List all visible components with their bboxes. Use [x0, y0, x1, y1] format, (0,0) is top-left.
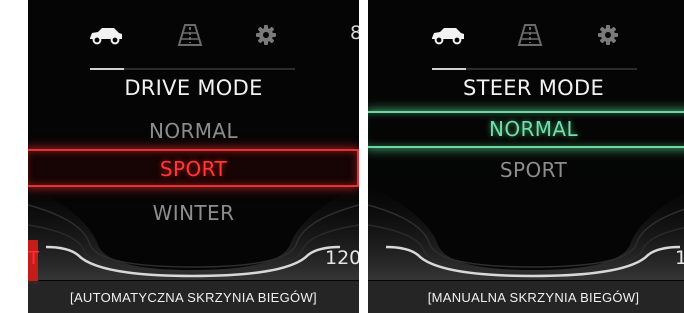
active-tab-indicator — [432, 68, 466, 70]
car-icon[interactable] — [88, 18, 124, 52]
tab-bar — [368, 18, 684, 70]
gear-icon[interactable] — [590, 18, 626, 52]
tab-bar — [28, 18, 359, 70]
edge-readout: 8 — [350, 22, 359, 44]
tab-underline — [432, 68, 637, 70]
car-icon[interactable] — [430, 18, 466, 52]
tab-underline — [90, 68, 295, 70]
speed-readout: 12 — [675, 247, 684, 269]
lane-road-icon[interactable] — [512, 18, 548, 52]
panel-caption: [MANUALNA SKRZYNIA BIEGÓW] — [368, 281, 684, 313]
panel-caption: [AUTOMATYCZNA SKRZYNIA BIEGÓW] — [28, 281, 359, 313]
road-graphic — [28, 185, 359, 280]
drive-mode-panel: 8 DRIVE MODE NORMAL SPORT WINTER T 120 [… — [28, 0, 359, 313]
steer-mode-title: STEER MODE — [462, 76, 605, 100]
steer-mode-panel: STEER MODE NORMAL SPORT 12 [MANUALNA SKR… — [368, 0, 684, 313]
active-tab-indicator — [90, 68, 124, 70]
option-normal-selected[interactable]: NORMAL — [368, 117, 684, 141]
gear-readout: T — [28, 248, 39, 269]
option-normal[interactable]: NORMAL — [28, 119, 359, 143]
road-graphic — [368, 185, 684, 280]
speed-readout: 120 — [325, 247, 359, 269]
drive-mode-title: DRIVE MODE — [124, 76, 263, 100]
lane-road-icon[interactable] — [172, 18, 208, 52]
gear-icon[interactable] — [248, 18, 284, 52]
